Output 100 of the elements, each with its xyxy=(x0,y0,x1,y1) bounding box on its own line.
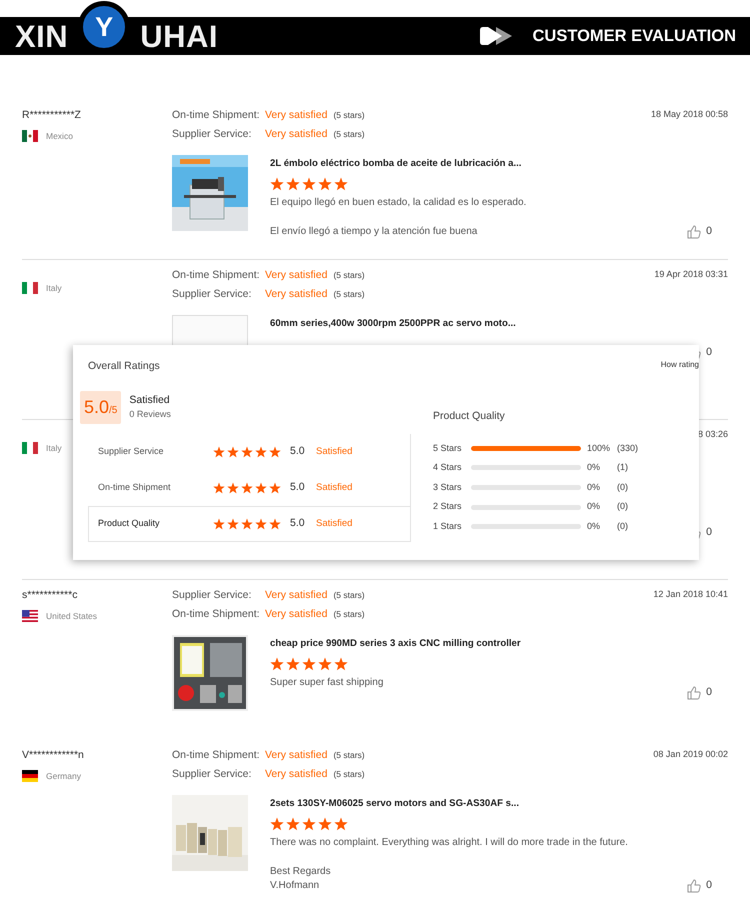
review-date: 19 Apr 2018 03:31 xyxy=(654,268,728,281)
rating-note: (5 stars) xyxy=(333,608,365,620)
star-icon xyxy=(318,177,332,192)
star-icon xyxy=(286,817,300,832)
rating-note: (5 stars) xyxy=(333,109,365,122)
star-icon xyxy=(270,817,284,832)
count-text: (0) xyxy=(617,520,628,533)
review-date: 12 Jan 2018 10:41 xyxy=(653,588,728,601)
star-icon xyxy=(269,518,281,530)
star-icon xyxy=(241,446,253,458)
star-icon xyxy=(302,817,316,832)
star-icon xyxy=(255,482,267,494)
flag-icon xyxy=(22,610,38,622)
rating-value: Very satisfied xyxy=(265,126,328,142)
rating-label: On-time Shipment: xyxy=(172,606,261,622)
country-name: Germany xyxy=(46,770,81,782)
category-score: 5.0 xyxy=(290,516,306,531)
product-title[interactable]: 2sets 130SY-M06025 servo motors and SG-AS30AF s... xyxy=(270,797,628,812)
category-score: 5.0 xyxy=(290,480,306,495)
star-icon xyxy=(302,177,316,192)
percent-text: 0% xyxy=(587,461,602,474)
product-title[interactable]: 2L émbolo eléctrico bomba de aceite de lubricación a... xyxy=(270,157,526,172)
help-link[interactable]: How rating xyxy=(660,359,699,371)
score-badge: 5.0/5 xyxy=(80,390,122,424)
star-icon xyxy=(334,177,348,192)
star-icon xyxy=(270,177,284,192)
percent-text: 0% xyxy=(587,500,602,514)
star-icon xyxy=(227,482,239,494)
category-score: 5.0 xyxy=(290,444,306,459)
star-icon xyxy=(270,657,284,672)
review-text: Super super fast shipping xyxy=(270,676,384,690)
rating-note: (5 stars) xyxy=(333,768,365,780)
star-level-label: 4 Stars xyxy=(433,461,463,474)
thumbs-up-icon xyxy=(687,224,702,239)
star-level-label: 3 Stars xyxy=(433,480,463,494)
review-date: 08 Jan 2019 00:02 xyxy=(653,748,728,761)
rating-note: (5 stars) xyxy=(333,288,365,300)
count-text: (0) xyxy=(617,500,628,514)
percent-text: 0% xyxy=(587,520,602,533)
count-text: (330) xyxy=(617,442,638,455)
product-title[interactable]: 60mm series,400w 3000rpm 2500PPR ac servo moto... xyxy=(270,317,516,332)
rating-note: (5 stars) xyxy=(333,749,365,762)
rating-label: Supplier Service: xyxy=(172,286,252,302)
category-row[interactable]: Supplier Service 5.0 Satisfied xyxy=(88,434,410,470)
flag-icon xyxy=(22,770,38,782)
star-icon xyxy=(318,657,332,672)
rating-value: Very satisfied xyxy=(265,286,328,302)
reviewer-name: V************n xyxy=(22,748,85,763)
star-icon xyxy=(213,482,225,494)
thumbs-up-icon xyxy=(687,878,702,893)
like-button[interactable]: 0 xyxy=(687,224,712,240)
star-level-label: 1 Stars xyxy=(433,520,463,533)
country-name: Italy xyxy=(46,442,62,455)
rating-value: Very satisfied xyxy=(265,268,328,283)
category-label: Product Quality xyxy=(98,517,161,530)
star-icon xyxy=(269,482,281,494)
page-title: CUSTOMER EVALUATION xyxy=(532,26,736,47)
brand-text: UHAI xyxy=(140,20,218,52)
flag-icon xyxy=(22,130,38,142)
product-title[interactable]: cheap price 990MD series 3 axis CNC milling controller xyxy=(270,637,521,652)
rating-value: Very satisfied xyxy=(265,588,328,603)
category-verdict: Satisfied xyxy=(316,480,352,495)
breakdown-title: Product Quality xyxy=(433,408,506,424)
rating-value: Very satisfied xyxy=(265,766,328,782)
star-icon xyxy=(213,518,225,530)
rating-label: Supplier Service: xyxy=(172,766,252,782)
like-button[interactable]: 0 xyxy=(687,685,712,701)
count-text: (1) xyxy=(617,461,628,474)
rating-note: (5 stars) xyxy=(333,589,365,602)
star-icon xyxy=(241,518,253,530)
star-level-label: 5 Stars xyxy=(433,442,463,455)
rating-label: Supplier Service: xyxy=(172,126,252,142)
star-icon xyxy=(269,446,281,458)
star-icon xyxy=(286,177,300,192)
star-icon xyxy=(334,657,348,672)
category-row[interactable]: Product Quality 5.0 Satisfied xyxy=(88,506,410,542)
category-label: Supplier Service xyxy=(98,445,165,458)
star-icon xyxy=(318,817,332,832)
percent-text: 0% xyxy=(587,480,602,494)
reviewer-name: s***********c xyxy=(22,588,78,603)
flag-icon xyxy=(22,282,38,294)
star-icon xyxy=(255,446,267,458)
review-text: Best Regards V.Hofmann xyxy=(270,865,332,894)
star-icon xyxy=(213,446,225,458)
thumbs-up-icon xyxy=(687,686,702,700)
star-icon xyxy=(241,482,253,494)
category-row[interactable]: On-time Shipment 5.0 Satisfied xyxy=(88,470,410,506)
like-button[interactable]: 0 xyxy=(687,878,712,894)
review-text: El envío llegó a tiempo y la atención fue buena xyxy=(270,225,478,240)
star-icon xyxy=(255,518,267,530)
star-icon xyxy=(227,446,239,458)
rating-label: On-time Shipment: xyxy=(172,268,261,283)
star-icon xyxy=(302,657,316,672)
rating-label: On-time Shipment: xyxy=(172,748,261,763)
percent-text: 100% xyxy=(587,442,612,455)
rating-value: Very satisfied xyxy=(265,108,328,123)
rating-note: (5 stars) xyxy=(333,128,365,140)
rating-note: (5 stars) xyxy=(333,269,365,282)
flag-icon xyxy=(22,442,38,454)
country-name: Italy xyxy=(46,282,62,295)
